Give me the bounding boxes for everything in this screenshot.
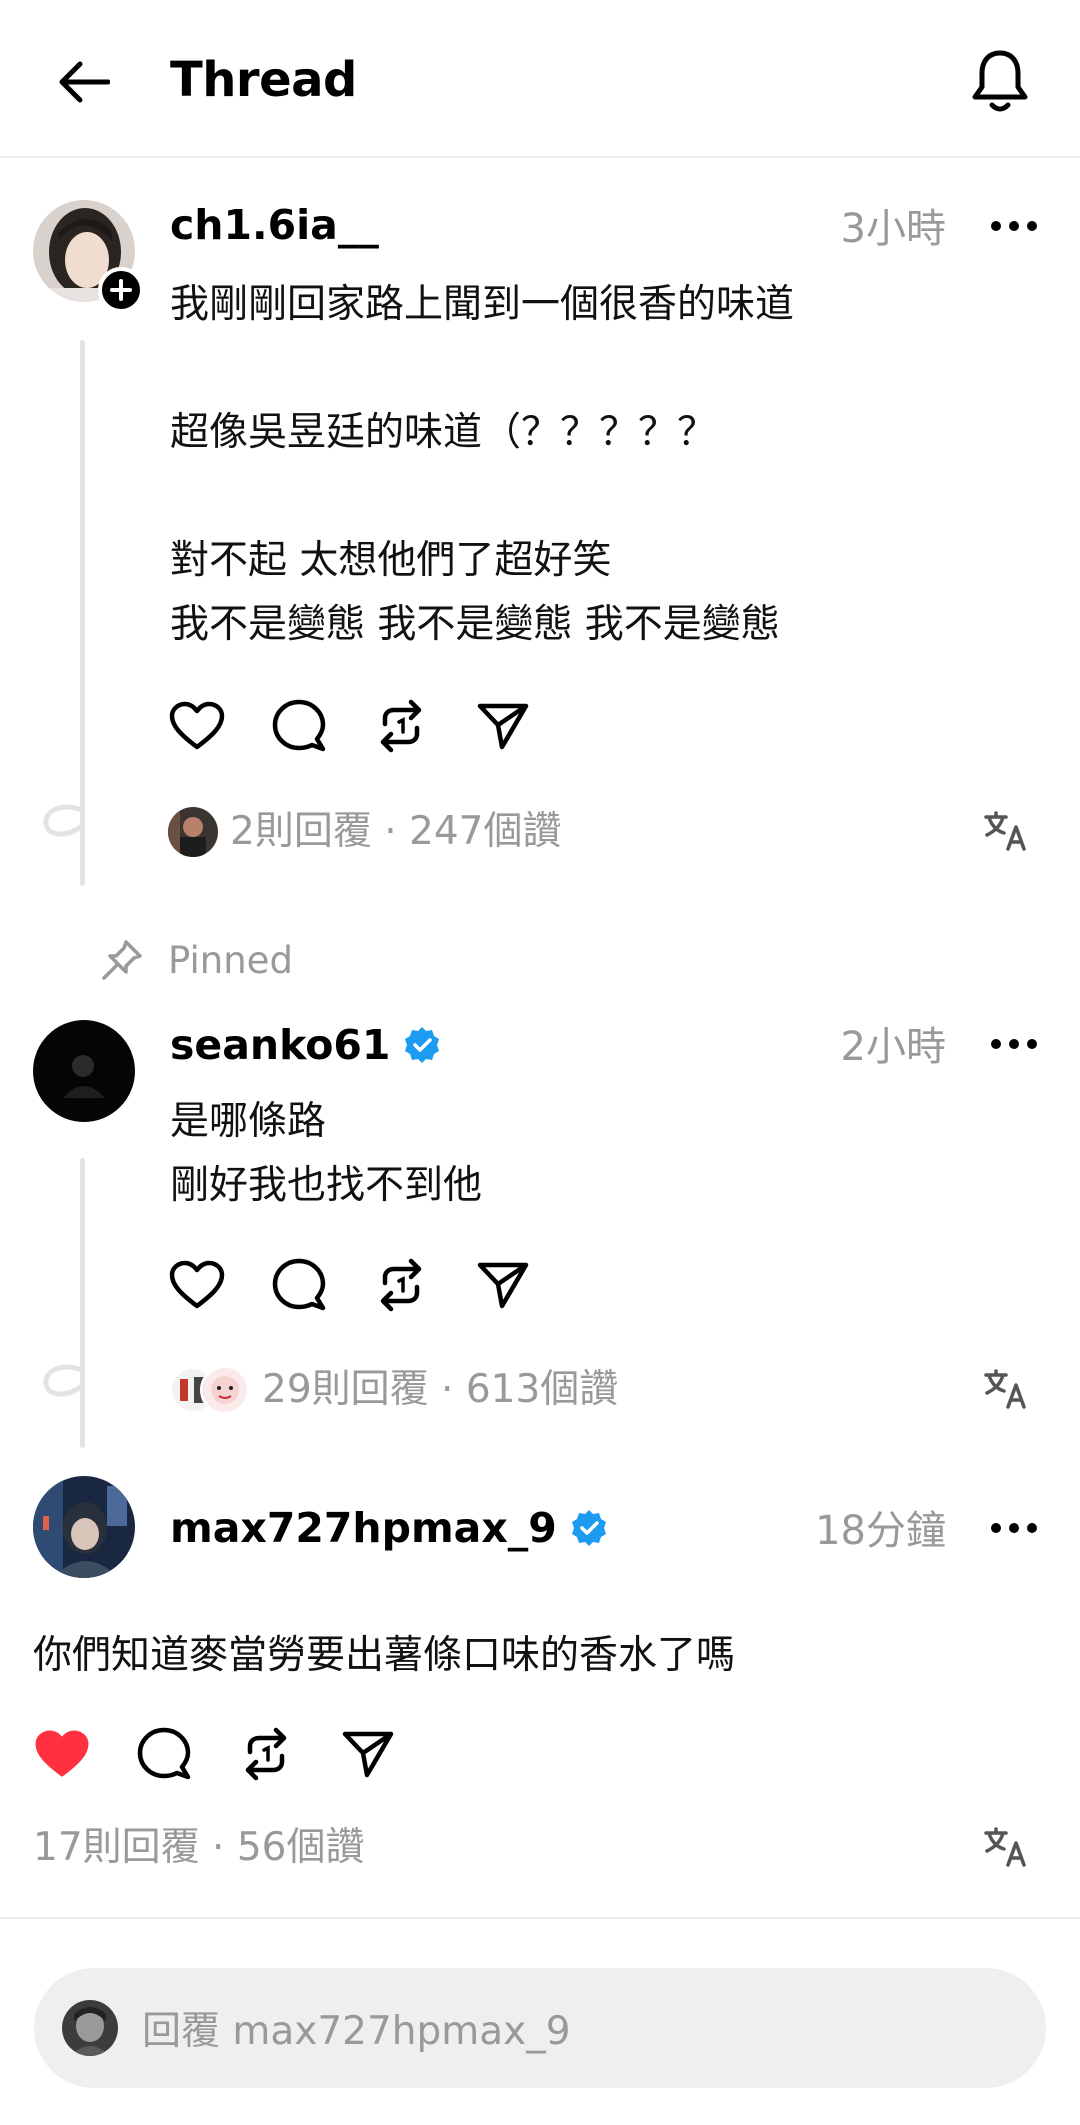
more-options-icon[interactable] <box>984 206 1044 246</box>
stats-text[interactable]: 29則回覆 · 613個讚 <box>262 1362 618 1418</box>
translate-icon[interactable] <box>978 803 1034 859</box>
comment-bubble-icon[interactable] <box>135 1725 193 1783</box>
post-stats[interactable]: 17則回覆 · 56個讚 <box>33 1820 364 1876</box>
comment-bubble-icon[interactable] <box>270 1256 328 1314</box>
post-timestamp: 2小時 <box>840 1024 946 1070</box>
stats-text[interactable]: 2則回覆 · 247個讚 <box>230 804 561 860</box>
like-heart-icon[interactable] <box>168 1256 226 1314</box>
post-actions <box>168 697 576 755</box>
reply-placeholder: 回覆 max727hpmax_9 <box>142 2009 571 2054</box>
username-text[interactable]: seanko61 <box>170 1020 390 1070</box>
like-heart-icon[interactable] <box>168 697 226 755</box>
post-timestamp: 3小時 <box>840 206 946 252</box>
pinned-indicator: Pinned <box>100 938 293 982</box>
username-text[interactable]: ch1.6ia__ <box>170 200 379 250</box>
post-timestamp: 18分鐘 <box>815 1508 946 1554</box>
pinned-label: Pinned <box>168 938 293 982</box>
post-text: 是哪條路 剛好我也找不到他 <box>170 1099 483 1208</box>
post-text: 我剛剛回家路上聞到一個很香的味道 超像吳昱廷的味道（？？？？？ 對不起 太想他們… <box>170 282 795 647</box>
divider <box>0 1917 1080 1919</box>
post-username[interactable]: max727hpmax_9 <box>170 1503 609 1553</box>
verified-badge-icon <box>405 1027 440 1063</box>
page-title: Thread <box>170 52 357 108</box>
reply-input[interactable]: 回覆 max727hpmax_9 <box>34 1968 1046 2088</box>
repost-icon[interactable] <box>237 1725 295 1783</box>
more-options-icon[interactable] <box>984 1508 1044 1548</box>
post-actions <box>33 1725 441 1783</box>
replier-avatars <box>172 1365 250 1415</box>
replier-avatar <box>168 807 218 857</box>
avatar[interactable] <box>33 1020 135 1122</box>
avatar[interactable] <box>33 1476 135 1578</box>
post-stats[interactable]: 29則回覆 · 613個讚 <box>172 1362 618 1418</box>
follow-plus-icon[interactable] <box>98 267 144 313</box>
post-stats[interactable]: 2則回覆 · 247個讚 <box>168 804 561 860</box>
comment-bubble-icon[interactable] <box>270 697 328 755</box>
header-bar: Thread <box>0 0 1080 158</box>
thread-loop-icon <box>43 804 85 837</box>
post-username[interactable]: ch1.6ia__ <box>170 200 379 250</box>
username-text[interactable]: max727hpmax_9 <box>170 1503 557 1553</box>
translate-icon[interactable] <box>978 1361 1034 1417</box>
repost-icon[interactable] <box>372 1256 430 1314</box>
repost-icon[interactable] <box>372 697 430 755</box>
post-username[interactable]: seanko61 <box>170 1020 442 1070</box>
back-arrow-icon[interactable] <box>52 50 116 114</box>
liked-heart-icon[interactable] <box>33 1725 91 1783</box>
pin-icon <box>102 940 142 980</box>
stats-text[interactable]: 17則回覆 · 56個讚 <box>33 1820 364 1876</box>
bell-icon[interactable] <box>968 46 1032 118</box>
verified-badge-icon <box>571 1510 606 1546</box>
translate-icon[interactable] <box>978 1819 1034 1875</box>
share-send-icon[interactable] <box>339 1725 397 1783</box>
more-options-icon[interactable] <box>984 1024 1044 1064</box>
share-send-icon[interactable] <box>474 697 532 755</box>
share-send-icon[interactable] <box>474 1256 532 1314</box>
post-text: 你們知道麥當勞要出薯條口味的香水了嗎 <box>33 1633 736 1678</box>
current-user-avatar <box>62 2000 118 2056</box>
post-actions <box>168 1256 576 1314</box>
thread-loop-icon <box>43 1364 85 1397</box>
